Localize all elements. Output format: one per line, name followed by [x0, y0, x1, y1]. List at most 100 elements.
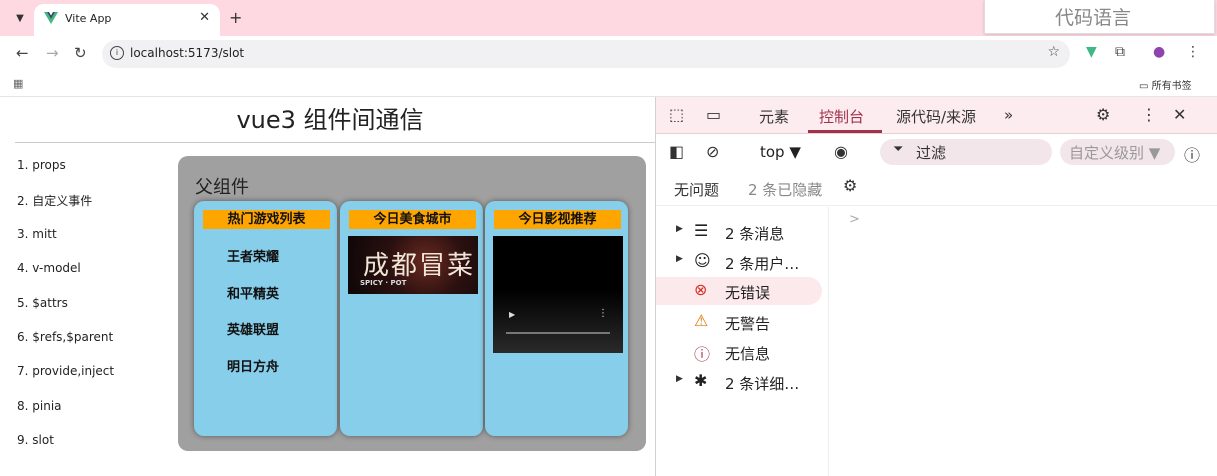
nav-link-slot[interactable]: 9. slot: [17, 433, 54, 447]
info-icon: ⓘ: [694, 345, 711, 364]
nav-link-provide-inject[interactable]: 7. provide,inject: [17, 364, 114, 378]
tab-sources[interactable]: 源代码/来源: [896, 106, 976, 127]
list-item: 英雄联盟: [227, 323, 280, 338]
close-devtools-icon[interactable]: ✕: [1173, 105, 1186, 124]
video-progress-bar[interactable]: [506, 332, 610, 334]
sidebar-item-errors[interactable]: ⊗ 无错误: [656, 277, 822, 305]
list-item: 明日方舟: [227, 360, 280, 375]
tab-title: Vite App: [65, 12, 112, 25]
issues-count[interactable]: 无问题: [674, 179, 719, 200]
food-image-text: 成都冒菜: [363, 251, 476, 281]
issues-bar: 无问题 2 条已隐藏 ⚙: [656, 171, 1217, 206]
bug-icon: ✱: [694, 371, 708, 390]
video-player[interactable]: ▶ ⋮: [493, 236, 623, 353]
expand-arrow-icon[interactable]: ▶: [676, 374, 683, 384]
nav-link-refs-parent[interactable]: 6. $refs,$parent: [17, 330, 113, 344]
tab-console[interactable]: 控制台: [819, 106, 864, 127]
expand-arrow-icon[interactable]: ▶: [676, 224, 683, 234]
nav-link-custom-events[interactable]: 2. 自定义事件: [17, 192, 92, 209]
nav-link-props[interactable]: 1. props: [17, 158, 66, 172]
log-level-select[interactable]: 自定义级别 ▼: [1060, 139, 1175, 165]
vue-logo-icon: [44, 12, 58, 24]
warning-icon: ⚠: [694, 311, 709, 330]
inspect-element-icon[interactable]: ⬚: [669, 105, 684, 124]
settings-icon[interactable]: ⚙: [1096, 105, 1110, 124]
hidden-count: 2 条已隐藏: [748, 181, 823, 199]
bookmarks-folder[interactable]: ▭ 所有书签: [1139, 77, 1192, 92]
bookmarks-bar: ▦ ▭ 所有书签: [0, 72, 1217, 97]
error-icon: ⊗: [694, 280, 708, 299]
nav-link-pinia[interactable]: 8. pinia: [17, 399, 62, 413]
food-image-subtext: SPICY · POT: [360, 279, 407, 287]
reload-icon[interactable]: ↻: [74, 44, 87, 62]
tab-elements[interactable]: 元素: [759, 106, 789, 127]
language-overlay-text: 代码语言: [1055, 7, 1132, 29]
bookmarks-folder-label: 所有书签: [1151, 81, 1192, 92]
devtools-menu-icon[interactable]: ⋮: [1141, 105, 1157, 124]
more-tabs-icon[interactable]: »: [1004, 106, 1013, 124]
filter-placeholder: 过滤: [916, 144, 947, 162]
sidebar-item-label: 无错误: [725, 284, 771, 302]
expand-arrow-icon[interactable]: ▶: [676, 254, 683, 264]
sidebar-item-warnings[interactable]: ⚠ 无警告: [656, 308, 828, 336]
category-video: 今日影视推荐 ▶ ⋮: [485, 201, 628, 436]
sidebar-toggle-icon[interactable]: ◧: [669, 142, 684, 161]
food-image: 成都冒菜 SPICY · POT: [348, 236, 478, 294]
sidebar-item-messages[interactable]: ▶ ☰ 2 条消息: [656, 218, 828, 246]
sidebar-item-label: 2 条消息: [725, 225, 785, 243]
console-filter-input[interactable]: ⏷ 过滤: [880, 139, 1052, 165]
profile-avatar-icon[interactable]: ●: [1153, 44, 1165, 60]
console-settings-info-icon[interactable]: ⓘ: [1184, 142, 1200, 166]
sidebar-item-label: 2 条详细…: [725, 375, 800, 393]
nav-link-v-model[interactable]: 4. v-model: [17, 261, 81, 275]
sidebar-item-user-messages[interactable]: ▶ ☺ 2 条用户…: [656, 248, 828, 276]
address-bar[interactable]: i localhost:5173/slot ☆: [102, 40, 1070, 68]
live-expression-eye-icon[interactable]: ◉: [834, 142, 848, 161]
site-info-icon[interactable]: i: [110, 46, 124, 60]
list-item: 王者荣耀: [227, 250, 280, 265]
category-games-title: 热门游戏列表: [203, 210, 330, 229]
console-sidebar: ▶ ☰ 2 条消息 ▶ ☺ 2 条用户… ⊗ 无错误 ⚠ 无警告 ⓘ 无信息 ▶…: [656, 207, 829, 476]
back-icon[interactable]: ←: [16, 44, 29, 62]
console-filter-bar: ◧ ⊘ top ▼ ◉ ⏷ 过滤 自定义级别 ▼ ⓘ: [656, 134, 1217, 170]
parent-component-title: 父组件: [195, 177, 249, 198]
new-tab-icon[interactable]: +: [229, 8, 242, 27]
browser-menu-icon[interactable]: ⋮: [1186, 44, 1200, 60]
category-food: 今日美食城市 成都冒菜 SPICY · POT: [340, 201, 483, 436]
close-tab-icon[interactable]: ✕: [199, 10, 210, 25]
play-icon[interactable]: ▶: [509, 310, 515, 319]
forward-icon[interactable]: →: [46, 44, 59, 62]
folder-icon: ▭: [1139, 81, 1152, 92]
category-video-title: 今日影视推荐: [494, 210, 621, 229]
category-food-title: 今日美食城市: [349, 210, 476, 229]
console-settings-icon[interactable]: ⚙: [843, 176, 857, 195]
device-toolbar-icon[interactable]: ▭: [706, 105, 721, 124]
sidebar-item-label: 无警告: [725, 315, 771, 333]
page-title: vue3 组件间通信: [236, 106, 424, 134]
devtools-panel: ⬚ ▭ 元素 控制台 源代码/来源 » ⚙ ⋮ ✕ ◧ ⊘ top ▼ ◉ ⏷ …: [655, 97, 1217, 476]
category-games: 热门游戏列表 王者荣耀 和平精英 英雄联盟 明日方舟: [194, 201, 337, 436]
bookmark-star-icon[interactable]: ☆: [1047, 44, 1060, 60]
context-selector[interactable]: top ▼: [760, 143, 801, 161]
filter-icon: ⏷: [893, 142, 904, 157]
console-prompt-icon[interactable]: >: [849, 212, 860, 227]
url-text[interactable]: localhost:5173/slot: [130, 46, 244, 60]
sidebar-item-info[interactable]: ⓘ 无信息: [656, 338, 828, 366]
video-options-icon[interactable]: ⋮: [598, 308, 608, 319]
user-icon: ☺: [694, 251, 711, 270]
nav-link-mitt[interactable]: 3. mitt: [17, 227, 57, 241]
list-icon: ☰: [694, 221, 709, 240]
apps-grid-icon[interactable]: ▦: [13, 77, 23, 90]
clear-console-icon[interactable]: ⊘: [706, 142, 719, 161]
extensions-icon[interactable]: ⧉: [1115, 44, 1125, 60]
vue-devtools-extension-icon[interactable]: ▼: [1086, 44, 1097, 60]
sidebar-item-verbose[interactable]: ▶ ✱ 2 条详细…: [656, 368, 828, 396]
devtools-tab-bar: ⬚ ▭ 元素 控制台 源代码/来源 » ⚙ ⋮ ✕: [656, 97, 1217, 134]
sidebar-item-label: 无信息: [725, 345, 771, 363]
log-level-label: 自定义级别 ▼: [1069, 144, 1161, 162]
tab-search-icon[interactable]: ▼: [10, 9, 30, 29]
list-item: 和平精英: [227, 287, 280, 302]
nav-link-attrs[interactable]: 5. $attrs: [17, 296, 68, 310]
sidebar-item-label: 2 条用户…: [725, 255, 800, 273]
browser-tab[interactable]: Vite App ✕: [34, 4, 220, 36]
